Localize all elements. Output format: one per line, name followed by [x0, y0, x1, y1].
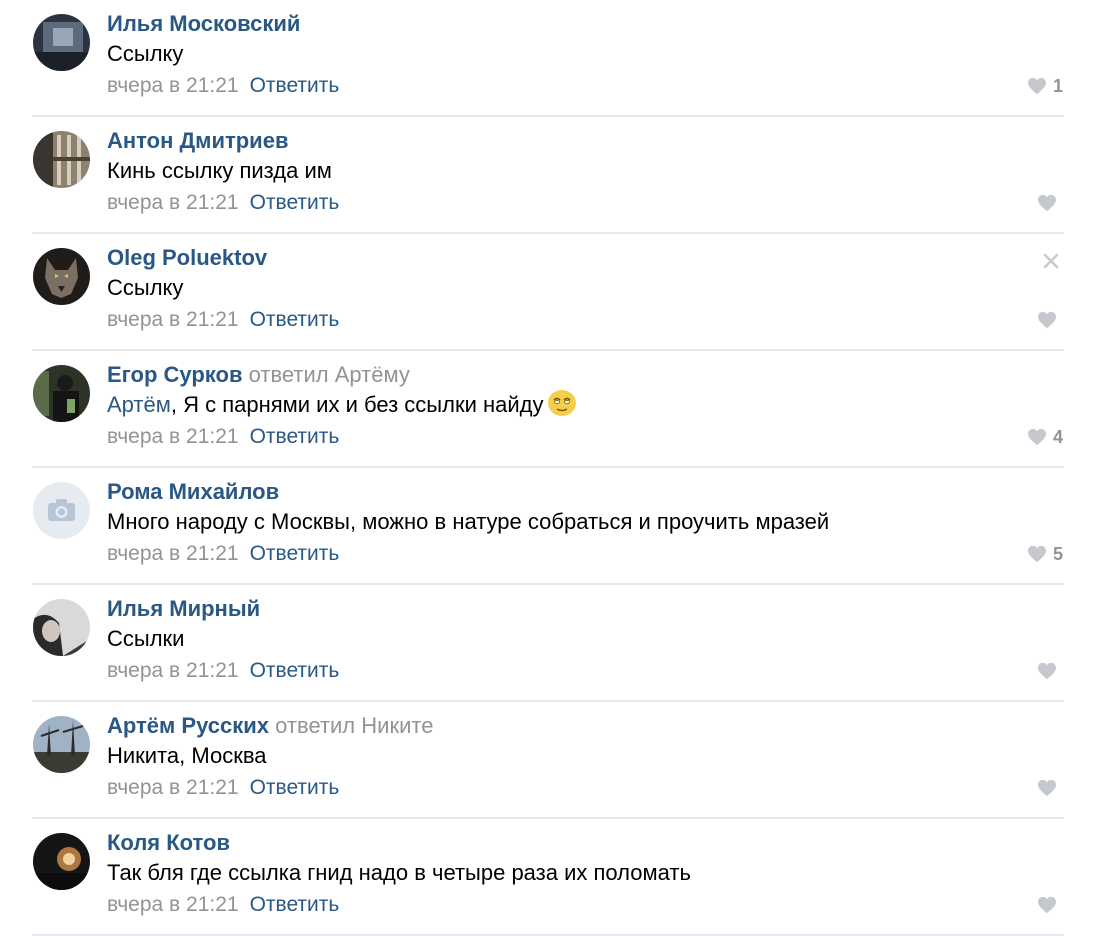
author-name[interactable]: Коля Котов — [107, 830, 230, 855]
heart-icon — [1027, 428, 1046, 446]
author-name[interactable]: Антон Дмитриев — [107, 128, 288, 153]
like-count: 5 — [1052, 543, 1063, 564]
comments-list: Илья Московский Ссылку вчера в 21:21 Отве… — [0, 0, 1100, 936]
heart-icon — [1038, 662, 1056, 680]
author-name[interactable]: Егор Сурков — [107, 362, 243, 387]
comment-text-body: , Я с парнями их и без ссылки найду — [170, 392, 544, 417]
replied-to-link[interactable]: Артёму — [335, 362, 410, 387]
comment-item: Илья Московский Ссылку вчера в 21:21 Отве… — [0, 0, 1100, 117]
comment-text: Ссылку — [107, 275, 184, 300]
close-icon[interactable] — [1042, 252, 1060, 270]
replied-to-link[interactable]: Никите — [361, 713, 433, 738]
like-button[interactable]: 4 — [1027, 425, 1063, 449]
comment-item: Рома Михайлов Много народу с Москвы, мож… — [0, 468, 1100, 585]
like-button[interactable] — [1037, 191, 1063, 215]
like-button[interactable] — [1037, 308, 1063, 332]
heart-icon — [1038, 896, 1056, 914]
comment-text: Никита, Москва — [107, 743, 267, 768]
author-name[interactable]: Илья Мирный — [107, 596, 260, 621]
comment-item: Коля Котов Так бля где ссылка гнид надо … — [0, 819, 1100, 936]
like-button[interactable] — [1037, 776, 1063, 800]
comment-date[interactable]: вчера в 21:21 — [107, 425, 239, 448]
comment-item: Oleg Poluektov Ссылку вчера в 21:21 Ответ… — [0, 234, 1100, 351]
comment-text: Много народу с Москвы, можно в натуре со… — [107, 509, 830, 534]
comment-item: Антон Дмитриев Кинь ссылку пизда им вчер… — [0, 117, 1100, 234]
replied-label: ответил — [248, 362, 329, 387]
reply-button[interactable]: Ответить — [250, 74, 340, 97]
comment-text: Ссылку — [107, 41, 184, 66]
replied-label: ответил — [275, 713, 356, 738]
like-button[interactable]: 1 — [1027, 74, 1063, 98]
comment-date[interactable]: вчера в 21:21 — [107, 776, 239, 799]
comment-item: Артём Русских ответил Никите Никита, Мос… — [0, 702, 1100, 819]
comment-date[interactable]: вчера в 21:21 — [107, 308, 239, 331]
reply-button[interactable]: Ответить — [250, 542, 340, 565]
reply-button[interactable]: Ответить — [250, 893, 340, 916]
avatar[interactable] — [33, 131, 90, 188]
author-name[interactable]: Рома Михайлов — [107, 479, 279, 504]
reply-button[interactable]: Ответить — [250, 425, 340, 448]
like-count: 1 — [1052, 75, 1063, 96]
avatar[interactable] — [33, 833, 90, 890]
heart-icon — [1038, 311, 1056, 329]
author-name[interactable]: Илья Московский — [107, 11, 300, 36]
heart-icon — [1027, 545, 1046, 563]
reply-button[interactable]: Ответить — [250, 308, 340, 331]
comment-date[interactable]: вчера в 21:21 — [107, 74, 239, 97]
like-button[interactable]: 5 — [1027, 542, 1063, 566]
relieved-face-emoji — [548, 390, 577, 416]
like-count: 4 — [1052, 426, 1063, 447]
reply-button[interactable]: Ответить — [250, 191, 340, 214]
avatar[interactable] — [33, 365, 90, 422]
heart-icon — [1038, 194, 1056, 212]
comment-text: Кинь ссылку пизда им — [107, 158, 332, 183]
mention-link[interactable]: Артём — [107, 392, 171, 417]
avatar[interactable] — [33, 248, 90, 305]
avatar[interactable] — [33, 14, 90, 71]
comment-text: Артём, Я с парнями их и без ссылки найду — [107, 389, 1040, 421]
comment-date[interactable]: вчера в 21:21 — [107, 893, 239, 916]
comment-date[interactable]: вчера в 21:21 — [107, 191, 239, 214]
comment-item: Егор Сурков ответил Артёму Артём, Я с па… — [0, 351, 1100, 468]
heart-icon — [1027, 77, 1046, 95]
comment-text: Ссылки — [107, 626, 185, 651]
avatar[interactable] — [33, 482, 90, 539]
author-name[interactable]: Oleg Poluektov — [107, 245, 267, 270]
avatar[interactable] — [33, 716, 90, 773]
like-button[interactable] — [1037, 659, 1063, 683]
comment-item: Илья Мирный Ссылки вчера в 21:21 Ответить — [0, 585, 1100, 702]
author-name[interactable]: Артём Русских — [107, 713, 269, 738]
heart-icon — [1038, 779, 1056, 797]
avatar[interactable] — [33, 599, 90, 656]
like-button[interactable] — [1037, 893, 1063, 917]
comment-text: Так бля где ссылка гнид надо в четыре ра… — [107, 860, 691, 885]
reply-button[interactable]: Ответить — [250, 776, 340, 799]
reply-button[interactable]: Ответить — [250, 659, 340, 682]
comment-date[interactable]: вчера в 21:21 — [107, 542, 239, 565]
comment-date[interactable]: вчера в 21:21 — [107, 659, 239, 682]
